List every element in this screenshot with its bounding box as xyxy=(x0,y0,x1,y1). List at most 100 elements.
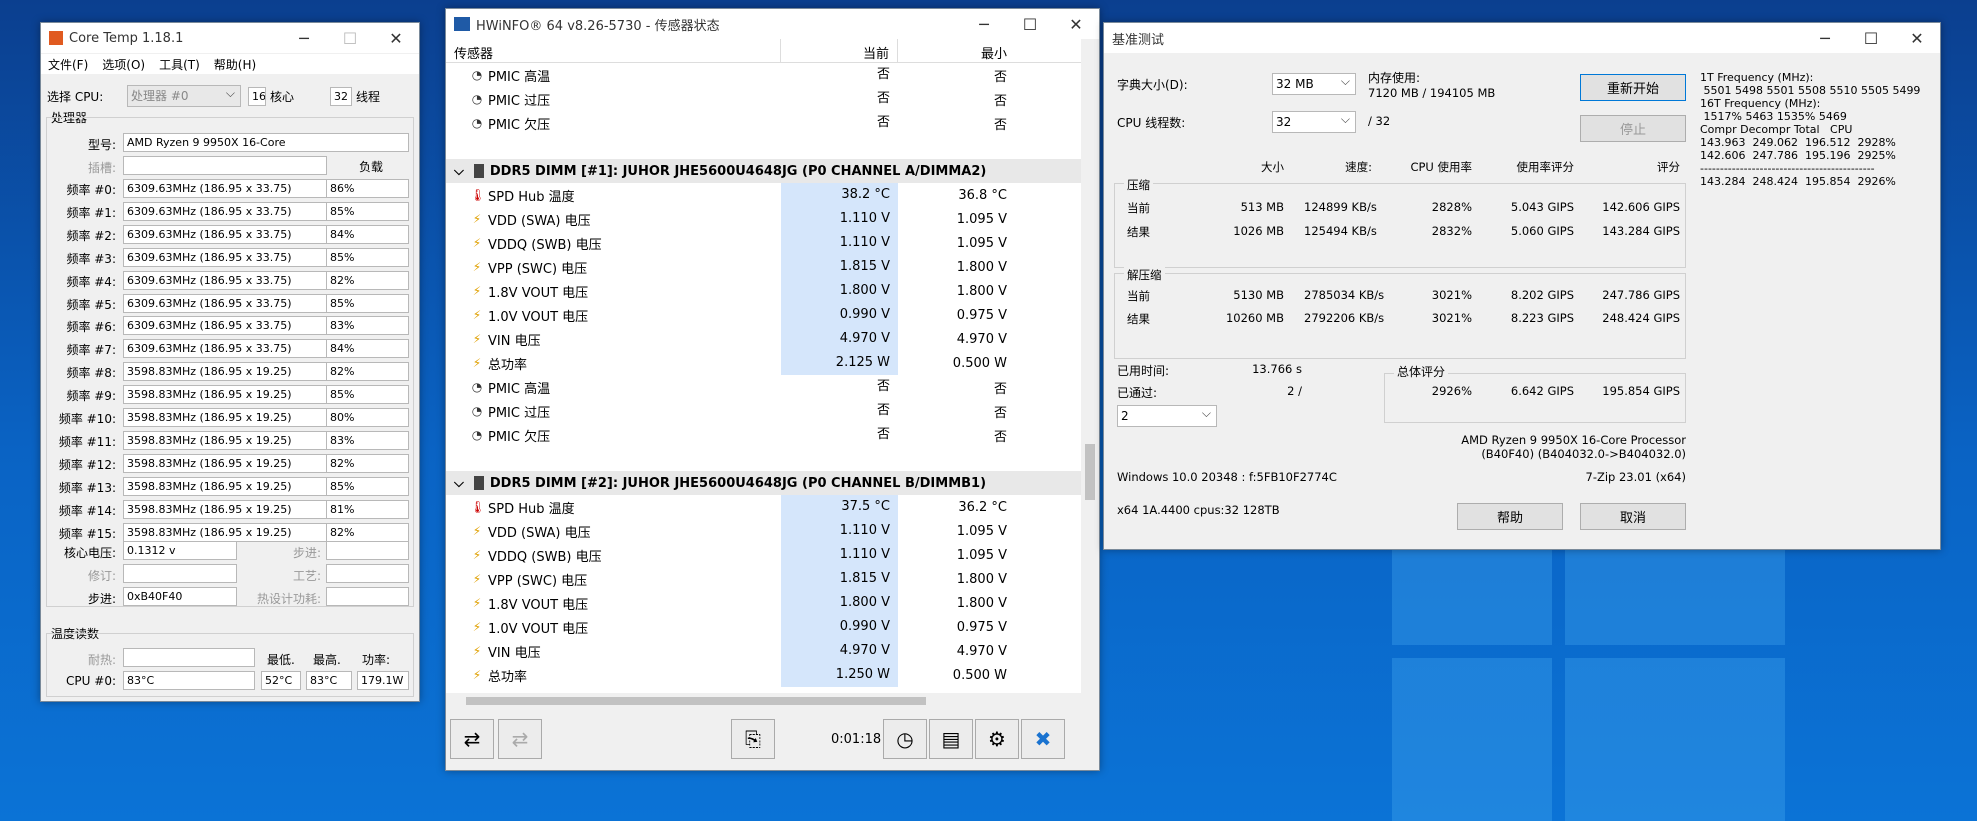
dict-size-select[interactable]: 32 MB xyxy=(1272,71,1356,95)
sensor-current: 否 xyxy=(876,115,890,130)
sensor-row[interactable]: ◔ PMIC 高温 否 否 xyxy=(446,63,1081,87)
sensor-name-cell: ⚡ 1.8V VOUT 电压 xyxy=(446,282,781,301)
freq-value: 3598.83MHz (186.95 x 19.25) xyxy=(123,453,327,473)
sensor-row[interactable]: ⚡ VIN 电压 4.970 V 4.970 V xyxy=(446,327,1081,351)
sensor-name-cell: ⚡ VDD (SWA) 电压 xyxy=(446,522,781,541)
close-button[interactable]: ✕ xyxy=(373,23,419,53)
col-min[interactable]: 最小 xyxy=(898,39,1015,62)
menu-help[interactable]: 帮助(H) xyxy=(207,54,263,74)
settings-gear-icon[interactable]: ⚙ xyxy=(975,719,1019,759)
lightning-icon: ⚡ xyxy=(472,596,482,610)
lightning-icon: ⚡ xyxy=(472,548,482,562)
freq-value: 6309.63MHz (186.95 x 33.75) xyxy=(123,270,327,290)
sensor-row[interactable]: ◔ PMIC 过压 否 否 xyxy=(446,399,1081,423)
sensor-row[interactable]: ⚡ 总功率 2.125 W 0.500 W xyxy=(446,351,1081,375)
minimize-button[interactable]: ─ xyxy=(961,9,1007,39)
sensor-row[interactable]: ◔ PMIC 过压 否 否 xyxy=(446,87,1081,111)
freq-label: 频率 #14: xyxy=(58,503,116,518)
sensor-name: VDD (SWA) 电压 xyxy=(488,213,591,229)
horizontal-scrollbar[interactable] xyxy=(446,693,1081,709)
sensor-name: VDDQ (SWB) 电压 xyxy=(488,549,602,565)
minimize-button[interactable]: ─ xyxy=(281,23,327,53)
sensor-name-cell: ⚡ 1.0V VOUT 电压 xyxy=(446,306,781,325)
sensor-row[interactable]: ⚡ VDD (SWA) 电压 1.110 V 1.095 V xyxy=(446,207,1081,231)
sensor-name: PMIC 欠压 xyxy=(488,429,551,445)
col-sensor[interactable]: 传感器 xyxy=(446,39,781,62)
sensor-row[interactable]: ⚡ 1.0V VOUT 电压 0.990 V 0.975 V xyxy=(446,615,1081,639)
sensor-group-header[interactable]: ⌵ DDR5 DIMM [#2]: JUHOR JHE5600U4648JG (P… xyxy=(446,471,1081,495)
menu-file[interactable]: 文件(F) xyxy=(41,54,95,74)
close-sensors-icon[interactable]: ✖ xyxy=(1021,719,1065,759)
collapse-chevron-icon[interactable]: ⌵ xyxy=(454,476,464,491)
sensor-name-cell: ◔ PMIC 过压 xyxy=(446,90,781,109)
lightning-icon: ⚡ xyxy=(472,212,482,226)
cores-count: 16 xyxy=(248,87,266,106)
sensor-row[interactable]: ⚡ VPP (SWC) 电压 1.815 V 1.800 V xyxy=(446,255,1081,279)
scrollbar-thumb[interactable] xyxy=(1085,444,1095,500)
sensor-row[interactable]: ⚡ VIN 电压 4.970 V 4.970 V xyxy=(446,639,1081,663)
maximize-button[interactable]: ☐ xyxy=(1848,23,1894,53)
passes-select[interactable]: 2 xyxy=(1117,403,1217,427)
hwinfo-titlebar[interactable]: HWiNFO® 64 v8.26-5730 - 传感器状态 ─ ☐ ✕ xyxy=(446,9,1099,39)
restart-button[interactable]: 重新开始 xyxy=(1580,74,1686,101)
navigate-arrows-icon[interactable]: ⇄ xyxy=(450,719,494,759)
sensor-min: 1.095 V xyxy=(956,235,1007,251)
sensor-row[interactable]: ◔ PMIC 高温 否 否 xyxy=(446,375,1081,399)
windows-logo-pane xyxy=(1392,545,1552,645)
benchmark-titlebar[interactable]: 基准测试 ─ ☐ ✕ xyxy=(1104,23,1940,53)
menu-options[interactable]: 选项(O) xyxy=(95,54,152,74)
clock-icon[interactable]: ◷ xyxy=(883,719,927,759)
sensor-row[interactable]: ⚡ VPP (SWC) 电压 1.815 V 1.800 V xyxy=(446,567,1081,591)
network-icon[interactable]: ⎘ xyxy=(731,719,775,759)
sensor-row[interactable]: ⚡ VDD (SWA) 电压 1.110 V 1.095 V xyxy=(446,519,1081,543)
col-speed: 速度: xyxy=(1345,160,1372,174)
close-button[interactable]: ✕ xyxy=(1894,23,1940,53)
sensor-name-cell: ⚡ VIN 电压 xyxy=(446,330,781,349)
threads-select[interactable]: 32 xyxy=(1272,109,1356,133)
result-cell: 248.424 GIPS xyxy=(1602,311,1680,325)
load-value: 82% xyxy=(326,522,409,542)
sensor-row[interactable]: ⚡ 1.8V VOUT 电压 1.800 V 1.800 V xyxy=(446,591,1081,615)
freq-label: 频率 #8: xyxy=(66,366,116,381)
clock-icon: ◔ xyxy=(471,68,483,82)
window-title: Core Temp 1.18.1 xyxy=(69,30,184,46)
sensor-min: 0.975 V xyxy=(956,307,1007,323)
minimize-button[interactable]: ─ xyxy=(1802,23,1848,53)
sensor-name: VPP (SWC) 电压 xyxy=(488,573,588,589)
help-button[interactable]: 帮助 xyxy=(1457,503,1563,530)
coretemp-titlebar[interactable]: Core Temp 1.18.1 ─ ☐ ✕ xyxy=(41,23,419,53)
maximize-button[interactable]: ☐ xyxy=(1007,9,1053,39)
lightning-icon: ⚡ xyxy=(472,668,482,682)
sensor-row[interactable]: ⚡ 总功率 1.250 W 0.500 W xyxy=(446,663,1081,687)
sensor-row[interactable]: ◔ PMIC 欠压 否 否 xyxy=(446,111,1081,135)
hscroll-thumb[interactable] xyxy=(466,697,926,705)
cpu0-min: 52°C xyxy=(261,671,301,690)
sensor-row[interactable]: ⚡ VDDQ (SWB) 电压 1.110 V 1.095 V xyxy=(446,543,1081,567)
cpu-select[interactable]: 处理器 #0 xyxy=(127,83,241,107)
sensor-row[interactable]: 🌡 SPD Hub 温度 37.5 °C 36.2 °C xyxy=(446,495,1081,519)
maximize-button: ☐ xyxy=(342,28,358,48)
close-button[interactable]: ✕ xyxy=(1053,9,1099,39)
min-header: 最低. xyxy=(267,653,295,667)
sensor-row[interactable]: ⚡ VDDQ (SWB) 电压 1.110 V 1.095 V xyxy=(446,231,1081,255)
load-value: 82% xyxy=(326,453,409,473)
sensor-name: VIN 电压 xyxy=(488,645,541,661)
sensor-row[interactable]: 🌡 SPD Hub 温度 38.2 °C 36.8 °C xyxy=(446,183,1081,207)
sensor-row[interactable]: ⚡ 1.8V VOUT 电压 1.800 V 1.800 V xyxy=(446,279,1081,303)
col-current[interactable]: 当前 xyxy=(781,39,898,62)
cancel-button[interactable]: 取消 xyxy=(1580,503,1686,530)
sensor-row[interactable]: ◔ PMIC 欠压 否 否 xyxy=(446,423,1081,447)
total-rating: 195.854 GIPS xyxy=(1602,384,1680,398)
sensor-name: 1.0V VOUT 电压 xyxy=(488,309,589,325)
sensor-row[interactable]: ⚡ 1.0V VOUT 电压 0.990 V 0.975 V xyxy=(446,303,1081,327)
sensor-name: SPD Hub 温度 xyxy=(488,501,575,517)
menu-tools[interactable]: 工具(T) xyxy=(152,54,207,74)
sensor-name: 总功率 xyxy=(488,669,528,685)
sensor-name-cell: ⚡ VPP (SWC) 电压 xyxy=(446,570,781,589)
collapse-chevron-icon[interactable]: ⌵ xyxy=(454,164,464,179)
vertical-scrollbar[interactable] xyxy=(1081,39,1099,693)
report-icon[interactable]: ▤ xyxy=(929,719,973,759)
freq-value: 6309.63MHz (186.95 x 33.75) xyxy=(123,201,327,221)
sensor-group-header[interactable]: ⌵ DDR5 DIMM [#1]: JUHOR JHE5600U4648JG (P… xyxy=(446,159,1081,183)
sensor-min: 否 xyxy=(993,429,1007,445)
